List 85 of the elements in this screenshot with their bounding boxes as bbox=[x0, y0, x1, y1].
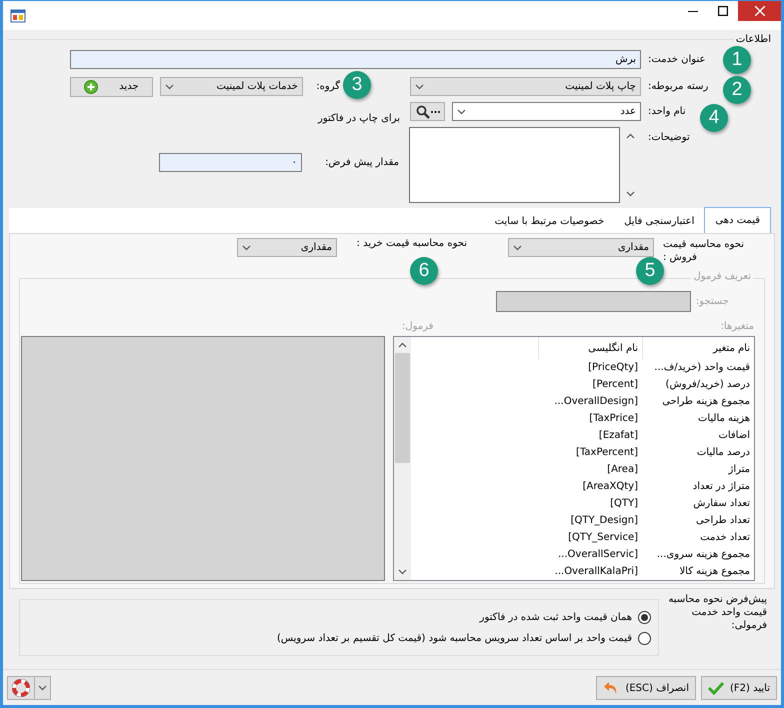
table-cell-text: متراژ bbox=[727, 464, 751, 475]
close-icon bbox=[754, 6, 764, 16]
table-cell-text: مجموع هزینه کالا bbox=[678, 566, 751, 577]
field-label: عنوان خدمت: bbox=[648, 54, 706, 65]
field-label: توضیحات: bbox=[648, 132, 690, 143]
table-cell-text: [TaxPrice] bbox=[588, 413, 639, 424]
unit-dropdown[interactable]: عدد bbox=[452, 102, 641, 121]
service-title-field[interactable]: برش bbox=[70, 50, 641, 69]
field-label: فرمول: bbox=[402, 321, 434, 334]
search-field[interactable] bbox=[496, 291, 691, 312]
chevron-down-icon bbox=[415, 84, 424, 90]
field-label: متغیرها: bbox=[720, 321, 754, 334]
step-number-badge: 4 bbox=[700, 104, 728, 132]
table-cell-text: [QTY_Design] bbox=[570, 515, 639, 526]
close-button[interactable] bbox=[738, 1, 781, 21]
tab[interactable]: اعتبارسنجی فایل bbox=[614, 209, 704, 233]
field-label: رسته مربوطه: bbox=[648, 81, 708, 92]
field-label: جستجو: bbox=[696, 296, 729, 307]
default-value-field[interactable]: ۰ bbox=[159, 153, 302, 172]
step-number-badge: 1 bbox=[723, 46, 751, 74]
table-cell-text: [OverallKalaPri... bbox=[554, 566, 639, 577]
chevron-down-icon bbox=[513, 244, 522, 250]
radio-option[interactable]: همان قیمت واحد ثبت شده در فاکتور bbox=[20, 610, 651, 624]
ellipsis-icon bbox=[430, 110, 440, 114]
table-cell-text: [Ezafat] bbox=[598, 430, 639, 441]
table-cell-text: [QTY] bbox=[609, 498, 639, 509]
chevron-up-icon bbox=[626, 133, 635, 139]
table-cell-text: تعداد خدمت bbox=[699, 532, 751, 543]
chevron-down-icon bbox=[457, 108, 466, 114]
table-cell-text: هزینه مالیات bbox=[696, 413, 751, 424]
step-number-badge: 3 bbox=[343, 71, 371, 99]
table-cell-text: [PriceQty] bbox=[587, 362, 639, 373]
maximize-icon bbox=[718, 6, 728, 16]
table-cell-text: [Area] bbox=[606, 464, 639, 475]
search-icon bbox=[416, 104, 430, 118]
table-cell-text: تعداد طراحی bbox=[694, 515, 751, 526]
table-cell-text: تعداد سفارش bbox=[692, 498, 751, 509]
search-button[interactable] bbox=[410, 102, 445, 121]
field-label: نحوه محاسبه قیمت فروش : bbox=[663, 238, 746, 264]
checkmark-icon bbox=[708, 681, 724, 695]
group-dropdown[interactable]: خدمات پلات لمینیت bbox=[160, 77, 303, 96]
chevron-down-icon bbox=[38, 685, 47, 691]
field-label: نحوه محاسبه قیمت خرید : bbox=[356, 238, 467, 249]
help-button[interactable] bbox=[7, 676, 51, 700]
unit-note: برای چاپ در فاکتور bbox=[318, 113, 400, 124]
group-title: اطلاعات bbox=[734, 34, 772, 44]
table-cell-text: [QTY_Service] bbox=[567, 532, 639, 543]
field-label: گروه: bbox=[315, 81, 340, 92]
chevron-down-icon bbox=[626, 191, 635, 197]
confirm-button[interactable]: تایید (F2) bbox=[701, 676, 777, 700]
table-cell-text: مجموع هزینه طراحی bbox=[661, 396, 751, 407]
chevron-down-icon bbox=[242, 244, 251, 250]
table-cell-text: [OverallDesign... bbox=[553, 396, 639, 407]
table-cell-text: [OverallServic... bbox=[557, 549, 639, 560]
field-label: پیش‌فرض نحوه محاسبه قیمت واحد خدمت فرمولی: bbox=[667, 593, 767, 632]
chevron-down-icon bbox=[398, 569, 407, 575]
step-number-badge: 2 bbox=[723, 76, 751, 104]
app-icon bbox=[10, 8, 26, 24]
table-cell-text: متراژ در تعداد bbox=[692, 481, 751, 492]
table-cell-text: اضافات bbox=[717, 430, 751, 441]
table-cell-text: درصد مالیات bbox=[696, 447, 751, 458]
chevron-up-icon bbox=[398, 342, 407, 348]
table-cell-text: درصد (خرید/فروش) bbox=[664, 379, 751, 390]
table-cell-text: [TaxPercent] bbox=[575, 447, 639, 458]
scrollbar[interactable] bbox=[394, 337, 411, 580]
plus-icon bbox=[84, 80, 98, 94]
sale-method-dropdown[interactable]: مقداری bbox=[508, 238, 654, 257]
lifebuoy-icon bbox=[12, 679, 30, 697]
description-field[interactable] bbox=[409, 127, 620, 203]
group-title: تعریف فرمول bbox=[691, 271, 753, 282]
tab[interactable]: خصوصیات مرتبط با سایت bbox=[484, 209, 614, 233]
field-label: نام واحد: bbox=[648, 106, 686, 117]
field-label: مقدار پیش فرض: bbox=[324, 157, 399, 168]
table-cell-text: [Percent] bbox=[592, 379, 639, 390]
table-cell-text: مجموع هزینه سروی... bbox=[656, 549, 751, 560]
category-dropdown[interactable]: چاپ پلات لمینیت bbox=[410, 77, 641, 96]
purchase-method-dropdown[interactable]: مقداری bbox=[237, 238, 337, 257]
table-cell-text: [AreaXQty] bbox=[582, 481, 639, 492]
cancel-button[interactable]: انصراف (ESC) bbox=[596, 676, 696, 700]
new-button[interactable]: جدید bbox=[70, 76, 153, 96]
table-cell-text: قیمت واحد (خرید/ف... bbox=[653, 362, 751, 373]
formula-field[interactable] bbox=[21, 336, 385, 581]
radio-option[interactable]: قیمت واحد بر اساس تعداد سرویس محاسبه شود (قیمت کل تقسیم بر تعداد سرویس) bbox=[20, 632, 651, 644]
chevron-down-icon bbox=[165, 84, 174, 90]
tab[interactable]: قیمت دهی bbox=[704, 207, 771, 233]
